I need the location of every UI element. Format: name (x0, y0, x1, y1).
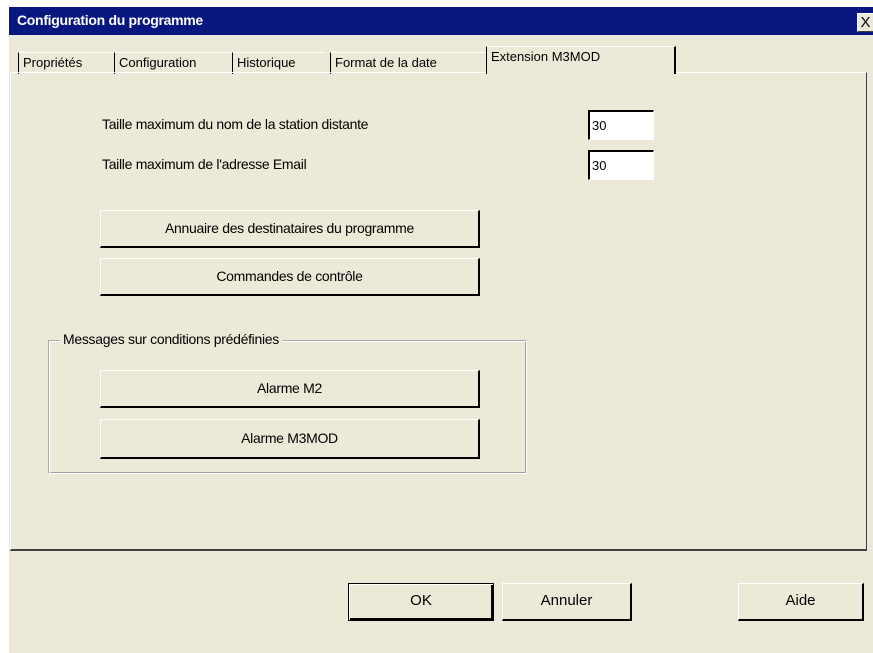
close-button[interactable]: X (857, 13, 873, 32)
window-title: Configuration du programme (17, 12, 203, 28)
tab-label: Extension M3MOD (491, 49, 601, 64)
directory-button-label: Annuaire des destinataires du programme (164, 220, 414, 236)
help-button[interactable]: Aide (738, 583, 864, 621)
cancel-button-label: Annuler (540, 592, 593, 609)
email-label: Taille maximum de l'adresse Email (102, 156, 307, 172)
alarm-m2-button-label: Alarme M2 (257, 380, 322, 396)
tab-configuration[interactable]: Configuration (114, 52, 232, 74)
station-name-field[interactable] (588, 110, 654, 140)
close-icon: X (860, 14, 871, 31)
alarm-m3mod-button[interactable]: Alarme M3MOD (100, 419, 480, 459)
tab-panel (10, 72, 867, 551)
help-button-label: Aide (785, 592, 816, 609)
tab-label: Historique (237, 55, 296, 70)
ok-button[interactable]: OK (348, 583, 494, 621)
tab-extension-m3mod[interactable]: Extension M3MOD (486, 46, 676, 74)
tab-proprietes[interactable]: Propriétés (18, 52, 114, 74)
directory-button[interactable]: Annuaire des destinataires du programme (100, 210, 480, 248)
tab-label: Format de la date (335, 55, 437, 70)
tab-historique[interactable]: Historique (232, 52, 324, 74)
group-legend: Messages sur conditions prédéfinies (60, 331, 282, 347)
title-bar: Configuration du programme X (9, 7, 873, 35)
alarm-m2-button[interactable]: Alarme M2 (100, 370, 480, 408)
alarm-m3mod-button-label: Alarme M3MOD (241, 430, 338, 446)
station-name-label: Taille maximum du nom de la station dist… (102, 116, 369, 132)
cancel-button[interactable]: Annuler (502, 583, 632, 621)
tab-format-date[interactable]: Format de la date (330, 52, 486, 74)
tab-label: Propriétés (23, 55, 83, 70)
tab-label: Configuration (119, 55, 197, 70)
ok-button-label: OK (410, 592, 432, 609)
control-commands-button-label: Commandes de contrôle (216, 268, 363, 284)
control-commands-button[interactable]: Commandes de contrôle (100, 258, 480, 296)
email-field[interactable] (588, 150, 654, 180)
